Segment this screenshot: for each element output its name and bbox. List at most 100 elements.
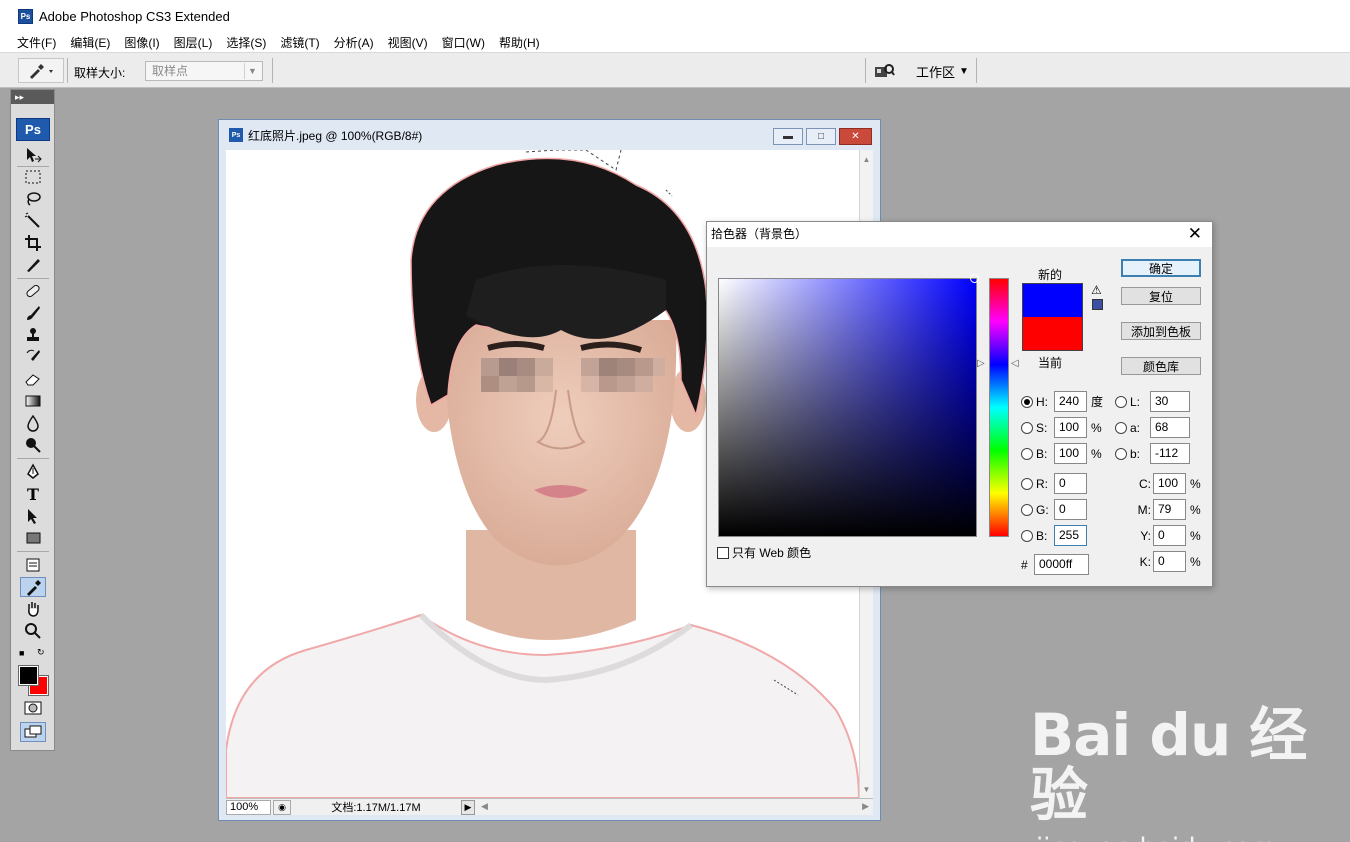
menu-analysis[interactable]: 分析(A) [334, 34, 374, 51]
current-color-swatch[interactable] [1022, 317, 1083, 351]
out-of-gamut-warning-icon[interactable]: ⚠ [1091, 283, 1102, 297]
screen-mode-button[interactable] [20, 722, 46, 742]
hue-slider[interactable] [989, 278, 1009, 537]
zoom-level-field[interactable]: 100% [226, 799, 271, 815]
saturation-radio[interactable] [1021, 421, 1033, 434]
scroll-left-icon[interactable]: ◀ [481, 801, 488, 812]
pen-tool[interactable] [20, 462, 46, 482]
gamut-color-swatch[interactable] [1092, 299, 1103, 310]
reset-label: 复位 [1148, 289, 1173, 304]
foreground-color-swatch[interactable] [18, 665, 39, 686]
hand-tool[interactable] [20, 599, 46, 619]
yellow-field[interactable]: 0 [1153, 525, 1186, 546]
close-icon[interactable]: ✕ [1188, 225, 1202, 242]
bridge-button[interactable] [871, 61, 897, 81]
history-brush-tool[interactable] [20, 347, 46, 367]
cyan-field[interactable]: 100 [1153, 473, 1186, 494]
menu-filter[interactable]: 滤镜(T) [280, 34, 319, 51]
add-to-swatches-button[interactable]: 添加到色板 [1121, 322, 1201, 340]
status-menu-icon[interactable]: ◉ [273, 799, 291, 815]
magic-wand-tool[interactable] [20, 211, 46, 231]
color-libraries-button[interactable]: 颜色库 [1121, 357, 1201, 375]
document-title-bar[interactable]: Ps 红底照片.jpeg @ 100%(RGB/8#) ▬ □ ✕ [219, 120, 880, 150]
brush-tool[interactable] [20, 303, 46, 323]
zoom-tool[interactable] [20, 621, 46, 641]
healing-brush-tool[interactable] [20, 281, 46, 301]
lasso-tool[interactable] [20, 189, 46, 209]
close-button[interactable]: ✕ [839, 128, 872, 145]
magenta-field[interactable]: 79 [1153, 499, 1186, 520]
quick-mask-button[interactable] [20, 698, 46, 718]
dodge-tool[interactable] [20, 435, 46, 455]
hue-field[interactable]: 240 [1054, 391, 1087, 412]
black-field[interactable]: 0 [1153, 551, 1186, 572]
b-channel-radio[interactable] [1115, 447, 1127, 460]
tool-preset-picker[interactable] [18, 58, 64, 83]
red-radio[interactable] [1021, 477, 1033, 490]
slice-tool[interactable] [20, 255, 46, 275]
minimize-button[interactable]: ▬ [773, 128, 803, 145]
workspace-menu[interactable]: 工作区 ▼ [916, 62, 969, 81]
menu-layer[interactable]: 图层(L) [174, 34, 213, 51]
eyedropper-tool[interactable] [20, 577, 46, 597]
hue-slider-left-arrow-icon[interactable]: ▷ [977, 358, 985, 369]
shape-tool[interactable] [20, 528, 46, 548]
dialog-title-bar[interactable]: 拾色器（背景色） ✕ [707, 222, 1212, 247]
notes-tool[interactable] [20, 555, 46, 575]
hue-radio[interactable] [1021, 395, 1033, 408]
a-channel-radio[interactable] [1115, 421, 1127, 434]
status-arrow-icon[interactable]: ▶ [461, 799, 475, 815]
brightness-radio[interactable] [1021, 447, 1033, 460]
green-field[interactable]: 0 [1054, 499, 1087, 520]
blue-radio[interactable] [1021, 529, 1033, 542]
blur-tool[interactable] [20, 413, 46, 433]
photoshop-badge[interactable]: Ps [16, 118, 50, 141]
saturation-brightness-field[interactable] [718, 278, 977, 537]
close-icon: ✕ [851, 131, 860, 142]
web-colors-only-checkbox[interactable]: 只有 Web 颜色 [717, 544, 811, 561]
maximize-button[interactable]: □ [806, 128, 836, 145]
menu-file[interactable]: 文件(F) [17, 34, 56, 51]
hex-row: # 0000ff [1021, 554, 1089, 575]
a-channel-field[interactable]: 68 [1150, 417, 1190, 438]
hex-field[interactable]: 0000ff [1034, 554, 1089, 575]
default-colors-icon[interactable]: ■ [19, 648, 24, 658]
path-selection-tool[interactable] [20, 506, 46, 526]
b-channel-field[interactable]: -112 [1150, 443, 1190, 464]
horizontal-scrollbar[interactable]: ◀ ▶ [477, 800, 873, 815]
menu-help[interactable]: 帮助(H) [499, 34, 540, 51]
menu-view[interactable]: 视图(V) [388, 34, 428, 51]
menu-image[interactable]: 图像(I) [124, 34, 159, 51]
color-marker[interactable] [970, 274, 979, 283]
crop-tool[interactable] [20, 233, 46, 253]
reset-button[interactable]: 复位 [1121, 287, 1201, 305]
palette-header[interactable]: ▸▸ [11, 90, 54, 104]
menu-select[interactable]: 选择(S) [226, 34, 266, 51]
ok-button[interactable]: 确定 [1121, 259, 1201, 277]
eraser-tool[interactable] [20, 369, 46, 389]
marquee-tool[interactable] [20, 167, 46, 187]
clone-stamp-tool[interactable] [20, 325, 46, 345]
scroll-down-icon[interactable]: ▼ [860, 782, 873, 796]
saturation-field[interactable]: 100 [1054, 417, 1087, 438]
menu-window[interactable]: 窗口(W) [442, 34, 485, 51]
gradient-tool[interactable] [20, 391, 46, 411]
hue-slider-right-arrow-icon[interactable]: ◁ [1011, 358, 1019, 369]
swap-colors-icon[interactable]: ↻ [37, 647, 45, 658]
move-tool[interactable] [20, 145, 46, 165]
menu-edit[interactable]: 编辑(E) [70, 34, 110, 51]
blue-field[interactable]: 255 [1054, 525, 1087, 546]
options-separator [67, 58, 68, 83]
scroll-up-icon[interactable]: ▲ [860, 152, 873, 166]
sample-size-select[interactable]: 取样点 ▼ [145, 61, 263, 81]
lightness-field[interactable]: 30 [1150, 391, 1190, 412]
green-radio[interactable] [1021, 503, 1033, 516]
scroll-right-icon[interactable]: ▶ [862, 801, 869, 812]
red-field[interactable]: 0 [1054, 473, 1087, 494]
brightness-field[interactable]: 100 [1054, 443, 1087, 464]
watermark-url: jingyan.baidu.com [1036, 833, 1350, 842]
dialog-title: 拾色器（背景色） [711, 227, 808, 241]
type-tool[interactable]: T [20, 484, 46, 504]
checkbox-icon[interactable] [717, 546, 729, 559]
lightness-radio[interactable] [1115, 395, 1127, 408]
